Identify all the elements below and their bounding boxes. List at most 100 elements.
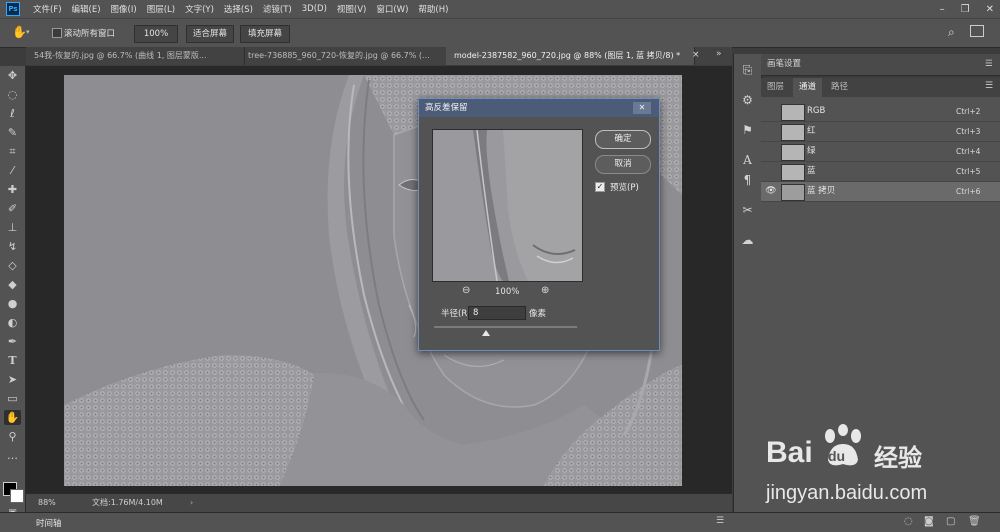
menu-image[interactable]: 图像(I) — [106, 3, 142, 15]
brush-tool-icon[interactable]: ✐ — [4, 201, 21, 216]
zoom-in-icon[interactable]: ⊕ — [541, 285, 549, 296]
eyedropper-tool-icon[interactable]: ⁄ — [4, 163, 21, 178]
radius-slider-thumb[interactable] — [482, 330, 490, 336]
dialog-title-bar[interactable]: 高反差保留 ✕ — [419, 99, 659, 117]
menu-edit[interactable]: 编辑(E) — [67, 3, 106, 15]
paragraph-panel-icon[interactable]: ¶ — [739, 172, 756, 189]
more-tools-icon[interactable]: … — [4, 448, 21, 463]
properties-panel-icon[interactable]: ⚑ — [739, 122, 756, 139]
minimize-button[interactable]: – — [940, 4, 945, 15]
panel-menu-icon[interactable]: ☰ — [985, 54, 993, 75]
close-window-button[interactable]: ✕ — [986, 4, 994, 15]
timeline-tab[interactable]: 时间轴 — [36, 517, 62, 529]
document-size: 文档:1.76M/4.10M — [92, 498, 163, 507]
menu-help[interactable]: 帮助(H) — [413, 3, 453, 15]
channels-menu-icon[interactable]: ☰ — [985, 81, 993, 91]
menu-filter[interactable]: 滤镜(T) — [258, 3, 297, 15]
path-select-tool-icon[interactable]: ➤ — [4, 372, 21, 387]
radius-slider-track[interactable] — [434, 326, 577, 328]
tools-preset-icon[interactable]: ✂ — [739, 202, 756, 219]
watermark-url: jingyan.baidu.com — [766, 482, 928, 504]
search-icon[interactable]: ⌕ — [948, 25, 955, 40]
delete-channel-icon[interactable]: 🗑 — [968, 516, 981, 527]
collapse-icon[interactable]: » — [716, 49, 722, 59]
background-color-swatch[interactable] — [10, 489, 24, 503]
scroll-all-checkbox[interactable] — [52, 28, 62, 38]
channel-shortcut: Ctrl+4 — [956, 147, 981, 156]
tab-paths[interactable]: 路径 — [825, 78, 854, 97]
save-selection-icon[interactable]: ◙ — [924, 516, 934, 527]
character-panel-icon[interactable]: A — [739, 152, 756, 169]
radius-input[interactable]: 8 — [468, 306, 526, 320]
move-tool-icon[interactable]: ✥ — [4, 68, 21, 83]
tab-doc-3[interactable]: model-2387582_960_720.jpg @ 88% (图层 1, 蓝… — [446, 47, 695, 65]
menu-3d[interactable]: 3D(D) — [297, 4, 332, 14]
zoom-out-icon[interactable]: ⊖ — [462, 285, 470, 296]
tab-label: tree-736885_960_720-恢复的.jpg @ 66.7% (... — [248, 51, 430, 60]
fill-screen-button[interactable]: 填充屏幕 — [240, 25, 290, 43]
baidu-jingyan-watermark: Bai du 经验 jingyan.baidu.com — [766, 422, 996, 508]
channel-row-red[interactable]: 红 Ctrl+3 — [761, 122, 1000, 142]
channel-row-blue-copy[interactable]: 👁 蓝 拷贝 Ctrl+6 — [761, 182, 1000, 202]
eraser-tool-icon[interactable]: ◇ — [4, 258, 21, 273]
cancel-button[interactable]: 取消 — [595, 155, 651, 174]
channel-row-rgb[interactable]: RGB Ctrl+2 — [761, 102, 1000, 122]
ok-button[interactable]: 确定 — [595, 130, 651, 149]
status-menu-icon[interactable]: › — [190, 494, 193, 512]
healing-brush-tool-icon[interactable]: ✚ — [4, 182, 21, 197]
menu-window[interactable]: 窗口(W) — [371, 3, 413, 15]
zoom-tool-icon[interactable]: ⚲ — [4, 429, 21, 444]
blur-tool-icon[interactable]: ● — [4, 296, 21, 311]
zoom-level[interactable]: 88% — [38, 494, 56, 512]
type-tool-icon[interactable]: T — [4, 353, 21, 368]
tab-close-icon[interactable]: × — [692, 50, 700, 60]
rectangle-tool-icon[interactable]: ▭ — [4, 391, 21, 406]
channel-row-green[interactable]: 绿 Ctrl+4 — [761, 142, 1000, 162]
paint-bucket-tool-icon[interactable]: ◆ — [4, 277, 21, 292]
options-bar: ✋ ▾ 滚动所有窗口 100% 适合屏幕 填充屏幕 ⌕ — [0, 18, 1000, 48]
menu-select[interactable]: 选择(S) — [219, 3, 258, 15]
menu-view[interactable]: 视图(V) — [332, 3, 371, 15]
preview-label: 预览(P) — [610, 183, 639, 193]
tab-layers[interactable]: 图层 — [761, 78, 790, 97]
restore-button[interactable]: ❐ — [961, 4, 970, 15]
dialog-close-button[interactable]: ✕ — [633, 102, 651, 114]
filter-preview[interactable] — [432, 129, 583, 282]
hand-tool-icon[interactable]: ✋ — [12, 25, 27, 39]
history-brush-tool-icon[interactable]: ↯ — [4, 239, 21, 254]
channel-thumbnail — [781, 144, 805, 161]
history-panel-icon[interactable]: ⎘ — [739, 62, 756, 79]
watermark-du: du — [828, 448, 846, 464]
marquee-tool-icon[interactable]: ◌ — [4, 87, 21, 102]
visibility-eye-icon[interactable]: 👁 — [765, 182, 777, 201]
libraries-panel-icon[interactable]: ☁ — [739, 232, 756, 249]
clone-stamp-tool-icon[interactable]: ⊥ — [4, 220, 21, 235]
tab-doc-2[interactable]: tree-736885_960_720-恢复的.jpg @ 66.7% (... — [240, 47, 455, 65]
adjustments-panel-icon[interactable]: ⚙ — [739, 92, 756, 109]
quick-select-tool-icon[interactable]: ✎ — [4, 125, 21, 140]
pen-tool-icon[interactable]: ✒ — [4, 334, 21, 349]
channel-row-blue[interactable]: 蓝 Ctrl+5 — [761, 162, 1000, 182]
load-channel-icon[interactable]: ◌ — [904, 516, 913, 527]
lasso-tool-icon[interactable]: ℓ — [4, 106, 21, 121]
new-channel-icon[interactable]: ▢ — [946, 516, 955, 527]
hand-tool-icon[interactable]: ✋ — [4, 410, 21, 425]
menu-type[interactable]: 文字(Y) — [180, 3, 219, 15]
preview-checkbox[interactable]: ✓ — [595, 182, 605, 192]
tool-preset-dropdown-icon[interactable]: ▾ — [26, 28, 30, 36]
panel-header: 画笔设置 ☰ — [761, 54, 1000, 76]
crop-tool-icon[interactable]: ⌗ — [4, 144, 21, 159]
timeline-menu-icon[interactable]: ☰ — [716, 516, 724, 526]
tab-channels[interactable]: 通道 — [793, 78, 823, 97]
dodge-tool-icon[interactable]: ◐ — [4, 315, 21, 330]
menu-layer[interactable]: 图层(L) — [142, 3, 180, 15]
channel-thumbnail — [781, 184, 805, 201]
brush-settings-title[interactable]: 画笔设置 — [767, 54, 801, 75]
menu-bar: Ps 文件(F) 编辑(E) 图像(I) 图层(L) 文字(Y) 选择(S) 滤… — [0, 0, 1000, 18]
fit-screen-button[interactable]: 适合屏幕 — [186, 25, 234, 43]
workspace-icon[interactable] — [970, 25, 984, 37]
tab-doc-1[interactable]: 54我-恢复的.jpg @ 66.7% (曲线 1, 图层蒙版... — [26, 47, 245, 65]
zoom-100-button[interactable]: 100% — [134, 25, 178, 43]
channel-name: 绿 — [807, 146, 816, 156]
menu-file[interactable]: 文件(F) — [28, 3, 67, 15]
